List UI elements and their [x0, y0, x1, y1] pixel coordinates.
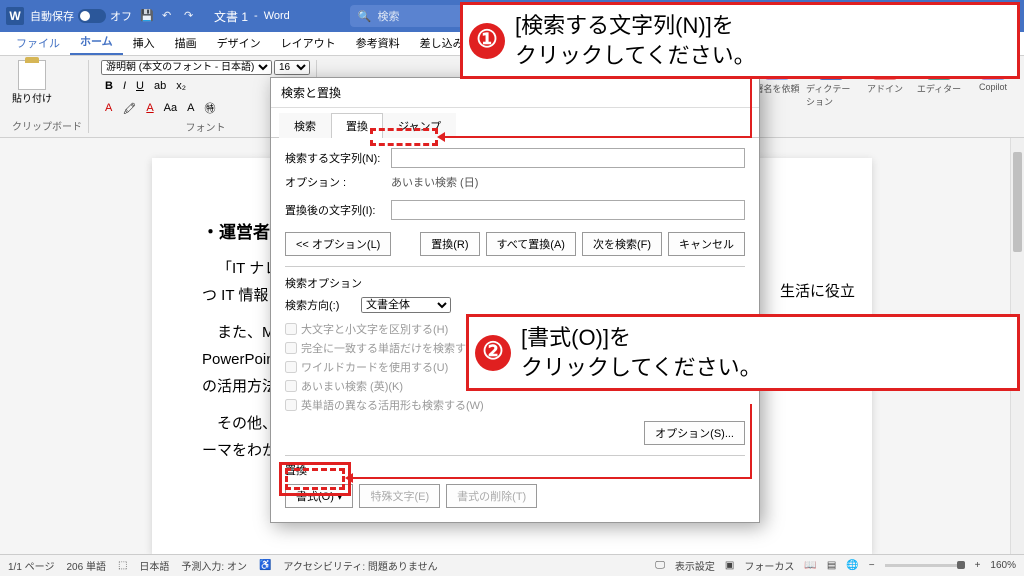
chk-sounds-like [285, 380, 297, 392]
dialog-tabs: 検索 置換 ジャンプ [271, 112, 759, 138]
replace-button[interactable]: 置換(R) [420, 232, 479, 256]
page-count[interactable]: 1/1 ページ [8, 558, 54, 573]
less-options-button[interactable]: << オプション(L) [285, 232, 391, 256]
paste-button[interactable]: 貼り付け [12, 60, 52, 105]
direction-label: 検索方向(:) [285, 297, 355, 313]
cancel-button[interactable]: キャンセル [668, 232, 745, 256]
special-button[interactable]: 特殊文字(E) [359, 484, 440, 508]
search-icon: 🔍 [358, 10, 372, 23]
web-layout-icon[interactable]: 🌐 [846, 560, 858, 571]
change-case-button[interactable]: Aa [160, 99, 181, 117]
word-app-icon: W [6, 7, 24, 25]
chk-word-forms [285, 399, 297, 411]
title-separator: - [254, 10, 258, 22]
accessibility-icon: ♿ [259, 560, 271, 571]
replace-all-button[interactable]: すべて置換(A) [486, 232, 576, 256]
callout-number-2: ② [475, 335, 511, 371]
underline-button[interactable]: U [132, 77, 148, 95]
focus-label[interactable]: フォーカス [744, 558, 794, 573]
options-value: あいまい検索 (日) [391, 174, 478, 190]
direction-select[interactable]: 文書全体 [361, 297, 451, 313]
font-size-select[interactable]: 16 [274, 60, 310, 75]
strike-button[interactable]: ab [150, 77, 170, 95]
tab-design[interactable]: デザイン [207, 31, 271, 55]
arrow-2-vertical [750, 404, 752, 479]
display-settings-label[interactable]: 表示設定 [675, 558, 715, 573]
tab-references[interactable]: 参考資料 [346, 31, 410, 55]
clipboard-group-label: クリップボード [12, 118, 82, 133]
redo-icon[interactable]: ↷ [184, 9, 198, 23]
group-clipboard: 貼り付け クリップボード [6, 60, 89, 133]
instruction-callout-2: ② [書式(O)]を クリックしてください。 [466, 314, 1020, 391]
instruction-callout-1: ① [検索する文字列(N)]を クリックしてください。 [460, 2, 1020, 79]
replace-section-label: 置換 [285, 462, 745, 478]
autosave-state: オフ [110, 8, 132, 24]
options-label: オプション : [285, 174, 385, 190]
display-settings-icon[interactable]: 🖵 [655, 560, 665, 571]
find-next-button[interactable]: 次を検索(F) [582, 232, 662, 256]
arrow-1-vertical [750, 71, 752, 138]
tab-insert[interactable]: 挿入 [123, 31, 165, 55]
tab-find[interactable]: 検索 [279, 113, 331, 138]
quick-access-toolbar: 💾 ↶ ↷ [140, 9, 198, 23]
clear-format-button[interactable]: A [183, 99, 198, 117]
italic-button[interactable]: I [119, 77, 130, 95]
tab-draw[interactable]: 描画 [165, 31, 207, 55]
paste-label: 貼り付け [12, 90, 52, 105]
text-bounds-icon[interactable]: ⬚ [118, 560, 127, 571]
document-title: 文書 1 [214, 8, 248, 25]
find-replace-dialog: 検索と置換 検索 置換 ジャンプ 検索する文字列(N): オプション : あいま… [270, 77, 760, 523]
chk-whole-word [285, 342, 297, 354]
read-mode-icon[interactable]: 📖 [804, 560, 816, 571]
font-color-button[interactable]: A [101, 99, 116, 117]
no-format-button[interactable]: 書式の削除(T) [446, 484, 537, 508]
save-icon[interactable]: 💾 [140, 9, 154, 23]
search-placeholder: 検索 [377, 8, 399, 24]
doc-text-fragment: 生活に役立 [780, 280, 855, 301]
scrollbar-thumb[interactable] [1013, 152, 1022, 252]
chk-match-case [285, 323, 297, 335]
predict-input[interactable]: 予測入力: オン [181, 558, 247, 573]
enclose-button[interactable]: ㊕ [200, 97, 219, 119]
dialog-title: 検索と置換 [271, 78, 759, 108]
callout-number-1: ① [469, 23, 505, 59]
callout-text-1: [検索する文字列(N)]を クリックしてください。 [515, 11, 756, 70]
font-color2-button[interactable]: A [142, 99, 157, 117]
autosave-toggle[interactable]: 自動保存 オフ [30, 8, 132, 24]
clipboard-icon [18, 60, 46, 90]
arrow-2-horizontal [348, 477, 752, 479]
sub-super-button[interactable]: x₂ [172, 77, 190, 95]
language-indicator[interactable]: 日本語 [139, 558, 169, 573]
font-family-select[interactable]: 游明朝 (本文のフォント - 日本語) [101, 60, 272, 75]
search-options-heading: 検索オプション [285, 275, 745, 291]
accessibility-status[interactable]: アクセシビリティ: 問題ありません [283, 558, 437, 573]
bold-button[interactable]: B [101, 77, 117, 95]
replace-with-label: 置換後の文字列(I): [285, 202, 385, 218]
zoom-out-icon[interactable]: − [869, 560, 875, 571]
highlight-format-button [285, 468, 345, 490]
tab-file[interactable]: ファイル [6, 31, 70, 55]
zoom-in-icon[interactable]: + [975, 560, 981, 571]
status-bar: 1/1 ページ 206 単語 ⬚ 日本語 予測入力: オン ♿ アクセシビリティ… [0, 554, 1024, 576]
focus-icon[interactable]: ▣ [725, 560, 734, 571]
toggle-switch-icon[interactable] [78, 9, 106, 23]
zoom-level[interactable]: 160% [990, 560, 1016, 571]
app-name: Word [264, 10, 290, 22]
highlight-search-input [370, 128, 438, 146]
highlight-button[interactable]: 🖍 [118, 99, 140, 118]
tab-home[interactable]: ホーム [70, 29, 123, 55]
options-s-button[interactable]: オプション(S)... [644, 421, 745, 445]
print-layout-icon[interactable]: ▤ [827, 560, 836, 571]
autosave-label: 自動保存 [30, 8, 74, 24]
word-count[interactable]: 206 単語 [66, 558, 105, 573]
replace-with-input[interactable] [391, 200, 745, 220]
chk-wildcard [285, 361, 297, 373]
arrow-1-horizontal [440, 136, 752, 138]
find-what-input[interactable] [391, 148, 745, 168]
tab-layout[interactable]: レイアウト [271, 31, 346, 55]
zoom-slider[interactable] [885, 564, 965, 567]
callout-text-2: [書式(O)]を クリックしてください。 [521, 323, 762, 382]
undo-icon[interactable]: ↶ [162, 9, 176, 23]
find-what-label: 検索する文字列(N): [285, 150, 385, 166]
